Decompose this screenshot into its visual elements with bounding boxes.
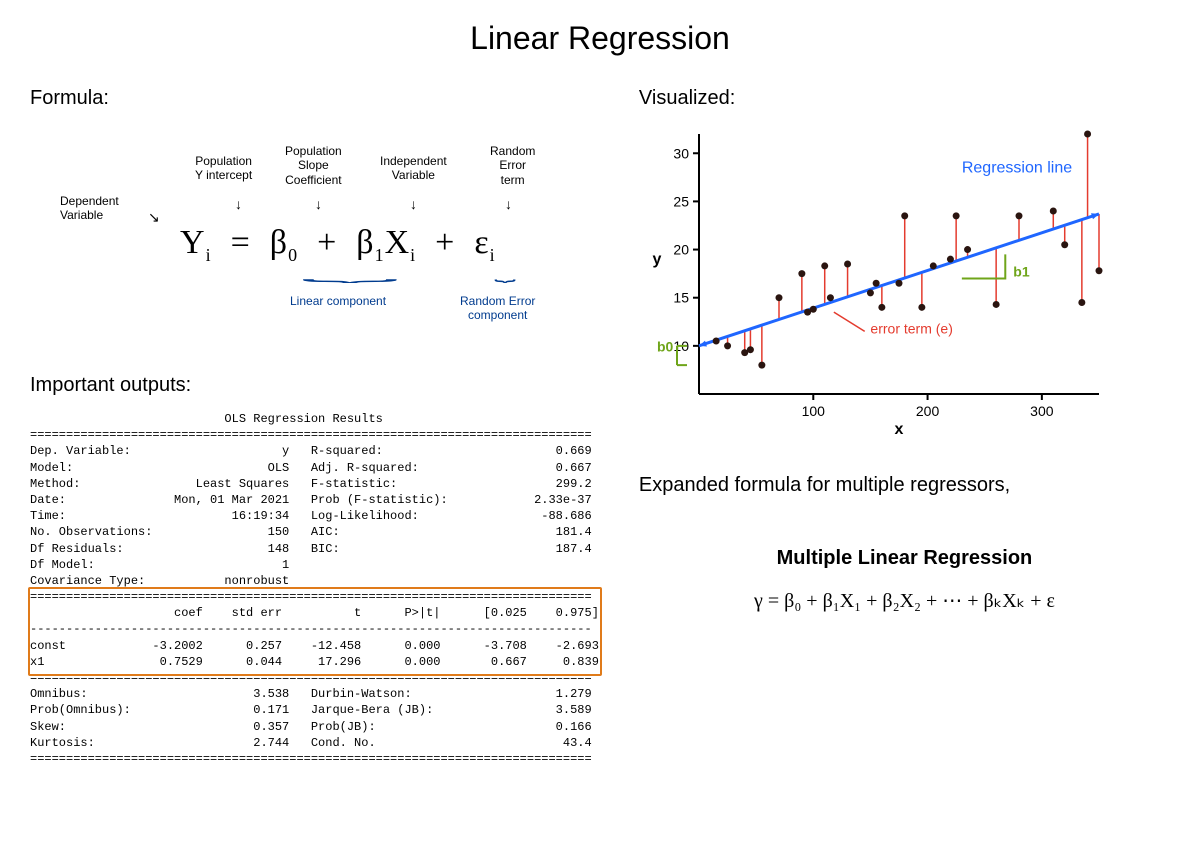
label-slope: Population Slope Coefficient xyxy=(285,144,342,187)
formula-diagram: Dependent Variable Population Y intercep… xyxy=(30,124,599,354)
formula-label: Formula: xyxy=(30,87,599,110)
label-linear-component: Linear component xyxy=(290,294,386,308)
label-intercept: Population Y intercept xyxy=(195,154,252,183)
label-random-component: Random Error component xyxy=(460,294,535,322)
svg-text:b1: b1 xyxy=(1013,264,1030,280)
regression-chart: 1015202530100200300xyRegression lineerro… xyxy=(639,124,1119,434)
svg-text:b0: b0 xyxy=(657,339,674,355)
ols-results: OLS Regression Results =================… xyxy=(30,411,599,767)
mlr-equation: γ = β₀ + β₁X₁ + β₂X₂ + ⋯ + βₖXₖ + ε xyxy=(639,588,1170,613)
label-dependent: Dependent Variable xyxy=(60,194,119,223)
outputs-label: Important outputs: xyxy=(30,374,599,397)
label-independent: Independent Variable xyxy=(380,154,447,183)
svg-text:y: y xyxy=(652,251,661,268)
svg-text:20: 20 xyxy=(673,242,689,258)
mlr-title: Multiple Linear Regression xyxy=(639,547,1170,570)
expanded-caption: Expanded formula for multiple regressors… xyxy=(639,474,1170,497)
svg-text:error term (e): error term (e) xyxy=(870,320,952,336)
label-error: Random Error term xyxy=(490,144,535,187)
svg-text:15: 15 xyxy=(673,290,689,306)
svg-text:300: 300 xyxy=(1030,403,1054,419)
visualized-label: Visualized: xyxy=(639,87,1170,110)
svg-text:Regression line: Regression line xyxy=(962,160,1072,177)
svg-text:25: 25 xyxy=(673,193,689,209)
svg-text:30: 30 xyxy=(673,145,689,161)
page-title: Linear Regression xyxy=(30,20,1170,57)
svg-text:100: 100 xyxy=(802,403,826,419)
svg-text:x: x xyxy=(894,421,903,434)
formula-equation: Yi = β0 + β1Xi + εi xyxy=(180,224,496,266)
svg-text:200: 200 xyxy=(916,403,940,419)
